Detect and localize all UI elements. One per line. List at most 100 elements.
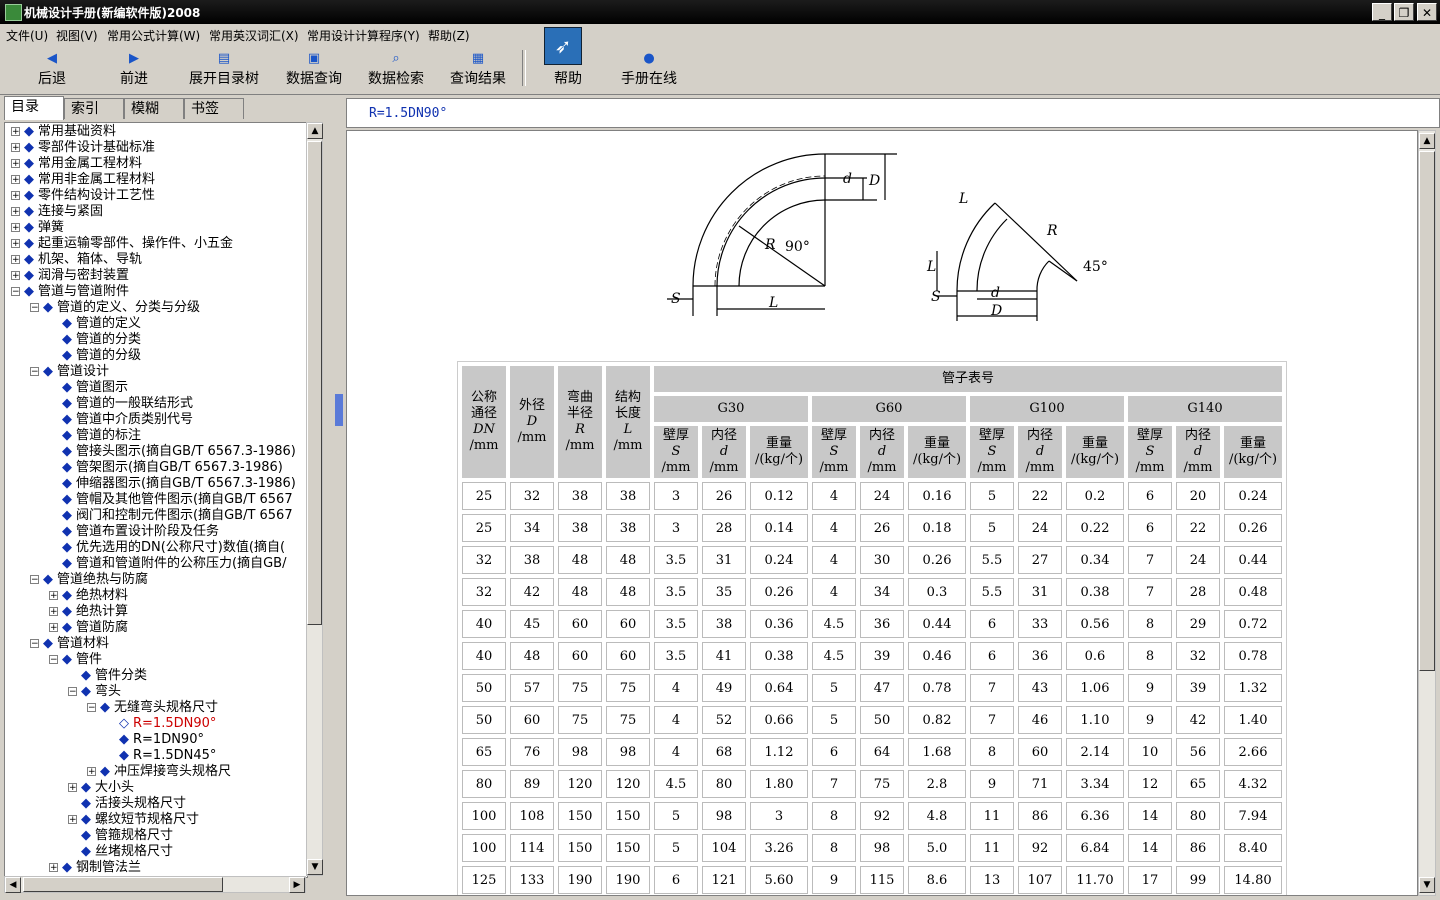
- tree-item[interactable]: ◆ 管箍规格尺寸: [68, 828, 173, 844]
- online-manual-button[interactable]: ● 手册在线: [614, 44, 684, 92]
- content-vertical-scrollbar[interactable]: ▲ ▼: [1418, 130, 1436, 896]
- expand-tree-button[interactable]: ▤ 展开目录树: [182, 44, 266, 92]
- expand-icon[interactable]: +: [11, 271, 20, 281]
- collapse-icon[interactable]: −: [68, 687, 77, 697]
- tree-item[interactable]: + ◆ 绝热计算: [49, 604, 128, 620]
- menu-formula[interactable]: 常用公式计算(W): [107, 27, 200, 44]
- expand-icon[interactable]: +: [11, 175, 20, 185]
- tree-item[interactable]: ◆ 管道中介质类别代号: [49, 412, 193, 428]
- tree-horizontal-scrollbar[interactable]: ◀ ▶: [4, 876, 306, 893]
- tree-item[interactable]: ◆ 管道布置设计阶段及任务: [49, 524, 219, 540]
- tree-item[interactable]: ◆ 阀门和控制元件图示(摘自GB/T 6567: [49, 508, 293, 524]
- hscroll-thumb[interactable]: [23, 877, 223, 892]
- expand-icon[interactable]: +: [87, 767, 96, 777]
- collapse-icon[interactable]: −: [49, 655, 58, 665]
- tree-item[interactable]: + ◆ 零部件设计基础标准: [11, 140, 155, 156]
- close-button[interactable]: ✕: [1417, 3, 1437, 21]
- tree-vertical-scrollbar[interactable]: ▲ ▼: [306, 122, 323, 876]
- expand-icon[interactable]: +: [11, 191, 20, 201]
- data-search-button[interactable]: ⌕ 数据检索: [362, 44, 430, 92]
- tree-item[interactable]: + ◆ 零件结构设计工艺性: [11, 188, 155, 204]
- tree-item[interactable]: − ◆ 管件: [49, 652, 102, 668]
- expand-icon[interactable]: +: [49, 591, 58, 601]
- tree-item[interactable]: ◆ 管道和管道附件的公称压力(摘自GB/: [49, 556, 286, 572]
- tree-item[interactable]: − ◆ 管道设计: [30, 364, 109, 380]
- restore-button[interactable]: ❐: [1394, 3, 1414, 21]
- scroll-thumb[interactable]: [307, 141, 322, 625]
- tree-item[interactable]: ◇ R=1.5DN90°: [106, 716, 216, 732]
- collapse-icon[interactable]: −: [30, 303, 39, 313]
- scroll-right-button[interactable]: ▶: [289, 877, 305, 893]
- tree-item[interactable]: + ◆ 润滑与密封装置: [11, 268, 129, 284]
- expand-icon[interactable]: +: [11, 159, 20, 169]
- tree-item[interactable]: + ◆ 螺纹短节规格尺寸: [68, 812, 199, 828]
- tree-item[interactable]: + ◆ 连接与紧固: [11, 204, 103, 220]
- tree-item[interactable]: + ◆ 大小头: [68, 780, 134, 796]
- tab-index[interactable]: 索引: [64, 98, 124, 119]
- tree-item[interactable]: − ◆ 管道的定义、分类与分级: [30, 300, 200, 316]
- tree-item[interactable]: − ◆ 管道绝热与防腐: [30, 572, 148, 588]
- tree-item[interactable]: + ◆ 常用金属工程材料: [11, 156, 142, 172]
- tree-item[interactable]: + ◆ 绝热材料: [49, 588, 128, 604]
- tree-item[interactable]: ◆ 伸缩器图示(摘自GB/T 6567.3-1986): [49, 476, 296, 492]
- scroll-down-button[interactable]: ▼: [307, 859, 323, 875]
- tree-item[interactable]: ◆ 管道的分级: [49, 348, 141, 364]
- tab-fuzzy[interactable]: 模糊: [124, 98, 184, 119]
- tree-item[interactable]: ◆ 管道的分类: [49, 332, 141, 348]
- tree-item[interactable]: − ◆ 管道与管道附件: [11, 284, 129, 300]
- menu-file[interactable]: 文件(U): [6, 27, 48, 44]
- tree-item[interactable]: + ◆ 常用非金属工程材料: [11, 172, 155, 188]
- tab-bookmarks[interactable]: 书签: [184, 98, 244, 119]
- expand-icon[interactable]: +: [11, 223, 20, 233]
- expand-icon[interactable]: +: [49, 623, 58, 633]
- minimize-button[interactable]: _: [1372, 3, 1392, 21]
- tree-item[interactable]: ◆ 管道的定义: [49, 316, 141, 332]
- tree-item[interactable]: − ◆ 弯头: [68, 684, 121, 700]
- expand-icon[interactable]: +: [68, 783, 77, 793]
- collapse-icon[interactable]: −: [30, 575, 39, 585]
- expand-icon[interactable]: +: [68, 815, 77, 825]
- expand-icon[interactable]: +: [11, 143, 20, 153]
- splitter-handle[interactable]: [335, 394, 343, 426]
- tree-item[interactable]: ◆ 管件分类: [68, 668, 147, 684]
- expand-icon[interactable]: +: [49, 863, 58, 873]
- tree-item[interactable]: ◆ 活接头规格尺寸: [68, 796, 186, 812]
- tree-item[interactable]: ◆ 管帽及其他管件图示(摘自GB/T 6567: [49, 492, 293, 508]
- pane-splitter[interactable]: [333, 96, 343, 900]
- data-query-button[interactable]: ▣ 数据查询: [280, 44, 348, 92]
- expand-icon[interactable]: +: [11, 255, 20, 265]
- tree-item[interactable]: ◆ R=1.5DN45°: [106, 748, 216, 764]
- tree-item[interactable]: ◆ 丝堵规格尺寸: [68, 844, 173, 860]
- menu-view[interactable]: 视图(V): [56, 27, 98, 44]
- query-results-button[interactable]: ▦ 查询结果: [444, 44, 512, 92]
- expand-icon[interactable]: +: [11, 207, 20, 217]
- content-scroll-thumb[interactable]: [1419, 151, 1435, 671]
- help-logo-icon[interactable]: ➶: [544, 27, 582, 65]
- tree-item[interactable]: ◆ 管接头图示(摘自GB/T 6567.3-1986): [49, 444, 296, 460]
- tree-item[interactable]: ◆ 管道图示: [49, 380, 128, 396]
- menu-programs[interactable]: 常用设计计算程序(Y): [307, 27, 420, 44]
- tree-item[interactable]: + ◆ 弹簧: [11, 220, 64, 236]
- menu-glossary[interactable]: 常用英汉词汇(X): [209, 27, 299, 44]
- tree-item[interactable]: + ◆ 机架、箱体、导轨: [11, 252, 142, 268]
- content-scroll-down-button[interactable]: ▼: [1419, 877, 1435, 893]
- tree-item[interactable]: ◆ 管道的一般联结形式: [49, 396, 193, 412]
- tree-item[interactable]: ◆ 管架图示(摘自GB/T 6567.3-1986): [49, 460, 283, 476]
- collapse-icon[interactable]: −: [11, 287, 20, 297]
- tree-item[interactable]: + ◆ 管道防腐: [49, 620, 128, 636]
- forward-button[interactable]: ▶ 前进: [104, 44, 164, 92]
- tab-contents[interactable]: 目录: [4, 96, 64, 120]
- tree-item[interactable]: − ◆ 无缝弯头规格尺寸: [87, 700, 218, 716]
- tree-item[interactable]: + ◆ 起重运输零部件、操作件、小五金: [11, 236, 233, 252]
- tree-item[interactable]: − ◆ 管道材料: [30, 636, 109, 652]
- scroll-left-button[interactable]: ◀: [5, 877, 21, 893]
- collapse-icon[interactable]: −: [30, 639, 39, 649]
- collapse-icon[interactable]: −: [87, 703, 96, 713]
- tree-item[interactable]: + ◆ 钢制管法兰: [49, 860, 141, 876]
- expand-icon[interactable]: +: [11, 127, 20, 137]
- tree-item[interactable]: + ◆ 常用基础资料: [11, 124, 116, 140]
- tree-item[interactable]: ◆ 管道的标注: [49, 428, 141, 444]
- menu-help[interactable]: 帮助(Z): [428, 27, 470, 44]
- scroll-up-button[interactable]: ▲: [307, 123, 323, 139]
- content-scroll-up-button[interactable]: ▲: [1419, 133, 1435, 149]
